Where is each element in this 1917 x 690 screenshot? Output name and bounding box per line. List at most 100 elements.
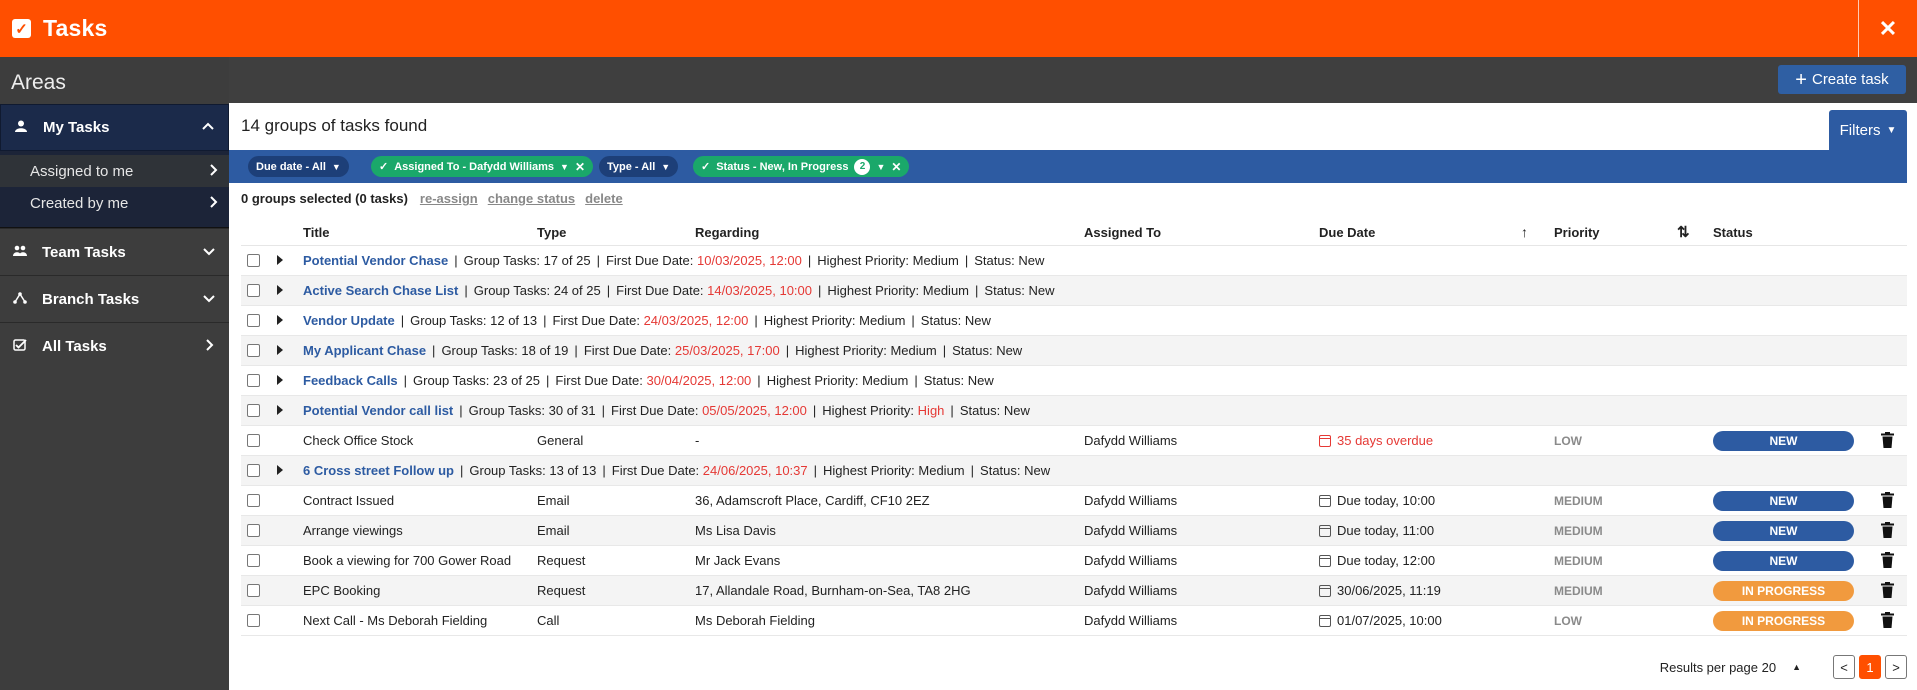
filter-chip-type[interactable]: Type - All ▼ — [599, 156, 679, 177]
remove-filter-icon[interactable]: ✕ — [575, 160, 585, 174]
group-name[interactable]: My Applicant Chase — [303, 343, 426, 358]
group-row[interactable]: Potential Vendor call list | Group Tasks: … — [241, 396, 1907, 426]
subitem-assigned-to-me[interactable]: Assigned to me — [0, 155, 229, 187]
row-checkbox[interactable] — [247, 524, 260, 537]
row-checkbox[interactable] — [247, 554, 260, 567]
highest-priority-label: Highest Priority: — [795, 343, 887, 358]
expand-caret-icon[interactable] — [277, 315, 283, 325]
row-checkbox[interactable] — [247, 584, 260, 597]
column-due-date[interactable]: Due Date — [1319, 225, 1375, 240]
next-page-button[interactable]: > — [1885, 655, 1907, 679]
group-name[interactable]: 6 Cross street Follow up — [303, 463, 454, 478]
row-checkbox[interactable] — [247, 464, 260, 477]
row-checkbox[interactable] — [247, 254, 260, 267]
group-name[interactable]: Active Search Chase List — [303, 283, 458, 298]
first-due-label: First Due Date: — [552, 313, 640, 328]
row-checkbox[interactable] — [247, 314, 260, 327]
sidebar-item-branch-tasks[interactable]: Branch Tasks — [0, 275, 229, 322]
expand-caret-icon[interactable] — [277, 375, 283, 385]
row-checkbox[interactable] — [247, 434, 260, 447]
trash-icon[interactable] — [1881, 492, 1894, 508]
trash-icon[interactable] — [1881, 612, 1894, 628]
group-row[interactable]: My Applicant Chase | Group Tasks: 18 of 19… — [241, 336, 1907, 366]
filter-chip-assigned-to[interactable]: ✓ Assigned To - Dafydd Williams ▼ ✕ — [371, 156, 594, 177]
task-row[interactable]: Next Call - Ms Deborah Fielding Call Ms De… — [241, 606, 1907, 636]
group-row[interactable]: Potential Vendor Chase | Group Tasks: 17 o… — [241, 246, 1907, 276]
row-checkbox[interactable] — [247, 374, 260, 387]
trash-icon[interactable] — [1881, 522, 1894, 538]
row-checkbox[interactable] — [247, 344, 260, 357]
close-button[interactable]: ✕ — [1858, 0, 1917, 57]
column-status[interactable]: Status — [1713, 225, 1753, 240]
subitem-created-by-me[interactable]: Created by me — [0, 187, 229, 219]
filter-chip-due-date[interactable]: Due date - All ▼ — [248, 156, 349, 177]
group-status-value: New — [996, 343, 1023, 358]
row-checkbox[interactable] — [247, 284, 260, 297]
group-tasks-label: Group Tasks: — [473, 283, 551, 298]
column-priority[interactable]: Priority — [1554, 225, 1600, 240]
caret-down-icon: ▼ — [661, 161, 671, 172]
group-name[interactable]: Potential Vendor call list — [303, 403, 453, 418]
expand-caret-icon[interactable] — [277, 345, 283, 355]
caret-down-icon: ▼ — [876, 161, 886, 172]
task-title[interactable]: EPC Booking — [303, 583, 380, 598]
sidebar-item-all-tasks[interactable]: All Tasks — [0, 322, 229, 369]
create-task-button[interactable]: + Create task — [1778, 65, 1906, 94]
current-page-button[interactable]: 1 — [1859, 655, 1881, 679]
status-badge[interactable]: NEW — [1713, 521, 1854, 541]
column-regarding[interactable]: Regarding — [695, 225, 759, 240]
task-title[interactable]: Next Call - Ms Deborah Fielding — [303, 613, 487, 628]
separator: | — [606, 283, 611, 298]
filters-button[interactable]: Filters ▼ — [1829, 110, 1907, 150]
task-row[interactable]: Arrange viewings Email Ms Lisa Davis Dafydd… — [241, 516, 1907, 546]
status-badge[interactable]: NEW — [1713, 551, 1854, 571]
task-row[interactable]: EPC Booking Request 17, Allandale Road, Bu… — [241, 576, 1907, 606]
trash-icon[interactable] — [1881, 432, 1894, 448]
group-name[interactable]: Vendor Update — [303, 313, 395, 328]
status-badge[interactable]: NEW — [1713, 431, 1854, 451]
expand-caret-icon[interactable] — [277, 405, 283, 415]
task-row[interactable]: Check Office Stock General - Dafydd William… — [241, 426, 1907, 456]
caret-up-icon[interactable]: ▲ — [1792, 662, 1801, 672]
column-type[interactable]: Type — [537, 225, 566, 240]
row-checkbox[interactable] — [247, 494, 260, 507]
status-badge[interactable]: NEW — [1713, 491, 1854, 511]
expand-caret-icon[interactable] — [277, 255, 283, 265]
sidebar-item-team-tasks[interactable]: Team Tasks — [0, 228, 229, 275]
task-row[interactable]: Book a viewing for 700 Gower Road Request… — [241, 546, 1907, 576]
expand-caret-icon[interactable] — [277, 465, 283, 475]
task-row[interactable]: Contract Issued Email 36, Adamscroft Place… — [241, 486, 1907, 516]
sidebar-item-my-tasks[interactable]: My Tasks — [0, 104, 229, 151]
trash-icon[interactable] — [1881, 552, 1894, 568]
status-badge[interactable]: IN PROGRESS — [1713, 581, 1854, 601]
prev-page-button[interactable]: < — [1833, 655, 1855, 679]
sort-toggle-icon[interactable]: ⇅ — [1677, 223, 1690, 241]
column-assigned-to[interactable]: Assigned To — [1084, 225, 1161, 240]
sort-ascending-icon[interactable]: ↑ — [1521, 224, 1528, 240]
filter-chip-status[interactable]: ✓ Status - New, In Progress 2 ▼ ✕ — [693, 156, 910, 177]
reassign-link[interactable]: re-assign — [420, 191, 478, 206]
group-row[interactable]: Vendor Update | Group Tasks: 12 of 13 | Firs… — [241, 306, 1907, 336]
group-row[interactable]: Feedback Calls | Group Tasks: 23 of 25 | Fir… — [241, 366, 1907, 396]
row-checkbox[interactable] — [247, 614, 260, 627]
separator: | — [975, 283, 979, 298]
group-name[interactable]: Feedback Calls — [303, 373, 398, 388]
highest-priority-value: Medium — [912, 253, 959, 268]
task-title[interactable]: Check Office Stock — [303, 433, 413, 448]
trash-icon[interactable] — [1881, 582, 1894, 598]
remove-filter-icon[interactable]: ✕ — [891, 160, 901, 174]
group-name[interactable]: Potential Vendor Chase — [303, 253, 448, 268]
row-checkbox[interactable] — [247, 404, 260, 417]
group-row[interactable]: 6 Cross street Follow up | Group Tasks: 13… — [241, 456, 1907, 486]
task-title[interactable]: Contract Issued — [303, 493, 394, 508]
column-title[interactable]: Title — [303, 225, 330, 240]
task-priority: MEDIUM — [1554, 493, 1603, 508]
group-row[interactable]: Active Search Chase List | Group Tasks: 24… — [241, 276, 1907, 306]
change-status-link[interactable]: change status — [488, 191, 575, 206]
status-badge[interactable]: IN PROGRESS — [1713, 611, 1854, 631]
task-title[interactable]: Book a viewing for 700 Gower Road — [303, 553, 511, 568]
task-title[interactable]: Arrange viewings — [303, 523, 403, 538]
results-per-page[interactable]: Results per page 20 — [1660, 660, 1776, 675]
delete-link[interactable]: delete — [585, 191, 623, 206]
expand-caret-icon[interactable] — [277, 285, 283, 295]
